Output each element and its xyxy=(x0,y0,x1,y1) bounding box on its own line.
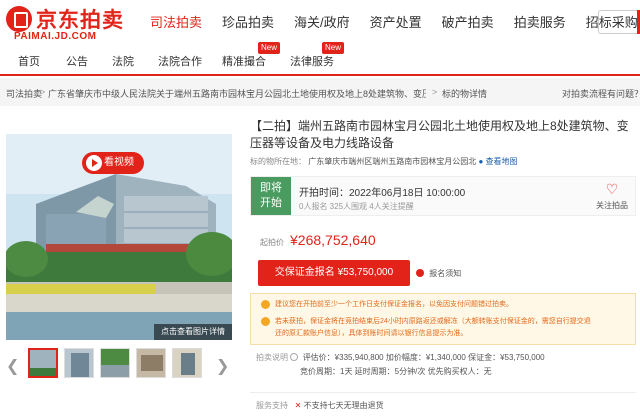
watch-video-button[interactable]: 看视频 xyxy=(82,152,144,174)
photo-details-link[interactable]: 点击查看图片详情 xyxy=(154,324,232,340)
chevron-left-icon[interactable]: ❮ xyxy=(6,356,19,376)
status-badge: 即将 开始 xyxy=(251,177,291,215)
registration-notice-label: 报名须知 xyxy=(429,269,462,278)
heart-plus-icon: ♡ xyxy=(605,181,619,197)
pay-deposit-register-button[interactable]: 交保证金报名 ¥53,750,000 xyxy=(258,260,410,286)
jd-logo-icon xyxy=(6,6,32,32)
item-location: 标的物所在地： 广东肇庆市端州区端州五路南市园林宝月公园北 ● 查看地图 xyxy=(250,156,518,167)
subnav-announcement[interactable]: 公告 xyxy=(66,53,88,69)
warning-icon xyxy=(261,300,270,309)
subnav-court[interactable]: 法院 xyxy=(112,53,134,69)
thumbnail[interactable] xyxy=(100,348,130,378)
top-header: 京东拍卖 PAIMAI.JD.COM 司法拍卖 珍品拍卖 海关/政府 资产处置 … xyxy=(0,0,640,44)
breadcrumb-current: 标的物详情 xyxy=(442,89,488,99)
follow-label: 关注拍品 xyxy=(596,201,628,210)
logo-url: PAIMAI.JD.COM xyxy=(14,31,97,42)
breadcrumb-judicial[interactable]: 司法拍卖 xyxy=(6,87,42,100)
jd-auction-logo[interactable]: 京东拍卖 PAIMAI.JD.COM xyxy=(6,4,146,42)
status-line-2: 开始 xyxy=(260,197,282,209)
rules-line-1: 评估价：¥335,940,800 加价幅度：¥1,340,000 保证金：¥53… xyxy=(302,353,545,362)
chevron-right-icon[interactable]: ❯ xyxy=(216,356,229,376)
rules-line-2: 竞价周期：1天 延时周期：5分钟/次 优先购买权人：无 xyxy=(300,367,492,376)
deposit-tips: 建议您在开拍前至少一个工作日支付保证金报名，以免因支付问题错过拍卖。 若未获拍，… xyxy=(250,293,636,345)
rules-label: 拍卖说明 xyxy=(256,353,288,362)
nav-auction-service[interactable]: 拍卖服务 xyxy=(514,12,566,31)
thumbnail[interactable] xyxy=(28,348,58,378)
nav-customs-government[interactable]: 海关/政府 xyxy=(294,12,350,31)
location-label: 标的物所在地： xyxy=(250,157,306,166)
info-icon[interactable] xyxy=(290,353,299,361)
item-title: 【二拍】端州五路南市园林宝月公园北土地使用权及地上8处建筑物、变压器等设备及电力… xyxy=(250,119,629,150)
thumbnail-image xyxy=(101,349,129,377)
status-line-1: 即将 xyxy=(260,182,282,194)
service-label: 服务支持 xyxy=(256,401,288,410)
follow-item-button[interactable]: ♡ 关注拍品 xyxy=(595,181,629,211)
subnav-legal-service-label: 法律服务 xyxy=(290,56,334,68)
starting-price-label: 起拍价 xyxy=(260,238,284,247)
logo-text: 京东拍卖 xyxy=(36,9,124,32)
thumbnail[interactable] xyxy=(64,348,94,378)
thumbnail-image xyxy=(30,350,56,376)
subnav-precise-matching[interactable]: 精准撮合 New xyxy=(222,42,281,69)
warning-icon xyxy=(261,317,270,326)
main-nav: 司法拍卖 珍品拍卖 海关/政府 资产处置 破产拍卖 拍卖服务 招标采购 xyxy=(150,12,640,31)
map-pin-icon: ● xyxy=(478,157,484,166)
new-badge: New xyxy=(258,42,281,54)
no-return-text: 不支持七天无理由退货 xyxy=(303,401,384,410)
breadcrumb-auction-title[interactable]: 广东省肇庆市中级人民法院关于端州五路南市园林宝月公园北土地使用权及地上8处建筑物… xyxy=(48,87,426,100)
thumbnail[interactable] xyxy=(172,348,202,378)
breadcrumb-separator: > xyxy=(40,87,46,97)
subnav-court-cooperation[interactable]: 法院合作 xyxy=(158,53,202,69)
info-icon xyxy=(416,269,424,277)
view-map-link[interactable]: 查看地图 xyxy=(486,157,518,166)
process-help-link[interactable]: 对拍卖流程有问题？ xyxy=(562,87,640,100)
registration-notice-link[interactable]: 报名须知 xyxy=(416,268,461,279)
nav-judicial-auction[interactable]: 司法拍卖 xyxy=(150,12,202,31)
new-badge: New xyxy=(322,42,345,54)
subnav-precise-matching-label: 精准撮合 xyxy=(222,56,266,68)
tip-text: 建议您在开拍前至少一个工作日支付保证金报名，以免因支付问题错过拍卖。 xyxy=(275,301,513,308)
close-icon: ✕ xyxy=(294,401,302,410)
divider xyxy=(250,392,636,393)
watch-video-label: 看视频 xyxy=(104,157,134,168)
subnav-legal-service[interactable]: 法律服务 New xyxy=(290,42,345,69)
auction-start-time: 开拍时间：2022年06月18日 10:00:00 xyxy=(299,188,466,199)
breadcrumb: 司法拍卖 > 广东省肇庆市中级人民法院关于端州五路南市园林宝月公园北土地使用权及… xyxy=(0,78,640,106)
auction-status-panel: 即将 开始 开拍时间：2022年06月18日 10:00:00 0人报名 325… xyxy=(250,176,636,216)
thumbnail-strip: ❮ ❯ xyxy=(6,348,232,382)
play-icon xyxy=(86,155,102,171)
nav-bankruptcy-auction[interactable]: 破产拍卖 xyxy=(442,12,494,31)
breadcrumb-separator: > xyxy=(432,87,438,97)
auction-rules: 拍卖说明 评估价：¥335,940,800 加价幅度：¥1,340,000 保证… xyxy=(256,352,545,381)
thumbnail[interactable] xyxy=(136,348,166,378)
sub-nav: 首页 公告 法院 法院合作 精准撮合 New 法律服务 New xyxy=(0,42,640,76)
thumbnail-image xyxy=(137,349,165,377)
thumbnail-image xyxy=(173,349,201,377)
subnav-home[interactable]: 首页 xyxy=(18,53,40,69)
nav-treasure-auction[interactable]: 珍品拍卖 xyxy=(222,12,274,31)
thumbnail-image xyxy=(65,349,93,377)
search-input[interactable] xyxy=(598,10,640,34)
location-value: 广东肇庆市端州区端州五路南市园林宝月公园北 xyxy=(308,157,477,166)
tip-text: 还的原汇款账户信息），具体到账时间请以银行信息提示为准。 xyxy=(275,330,468,337)
service-support: 服务支持 ✕ 不支持七天无理由退货 xyxy=(256,400,384,411)
tip-text: 若未获拍，保证金将在竞拍结束后24小时内原路返还或解冻（大额转账支付保证金的，需… xyxy=(275,318,591,325)
auction-counts: 0人报名 325人围观 4人关注提醒 xyxy=(299,202,414,211)
nav-asset-disposal[interactable]: 资产处置 xyxy=(370,12,422,31)
starting-price: ¥268,752,640 xyxy=(290,232,376,248)
